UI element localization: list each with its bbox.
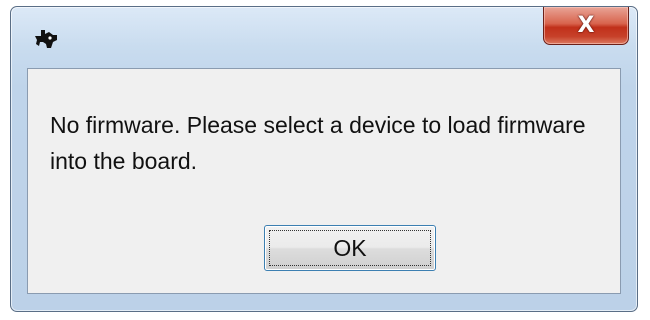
ok-button-label: OK [333,234,367,261]
texas-instruments-logo-icon [33,27,59,51]
dialog-message: No firmware. Please select a device to l… [50,112,586,174]
dialog-content: No firmware. Please select a device to l… [27,68,621,294]
ok-button[interactable]: OK [264,225,436,271]
title-bar[interactable]: X [11,7,637,67]
close-button[interactable]: X [543,7,629,45]
close-icon: X [577,13,595,38]
dialog-window: X No firmware. Please select a device to… [10,6,638,312]
